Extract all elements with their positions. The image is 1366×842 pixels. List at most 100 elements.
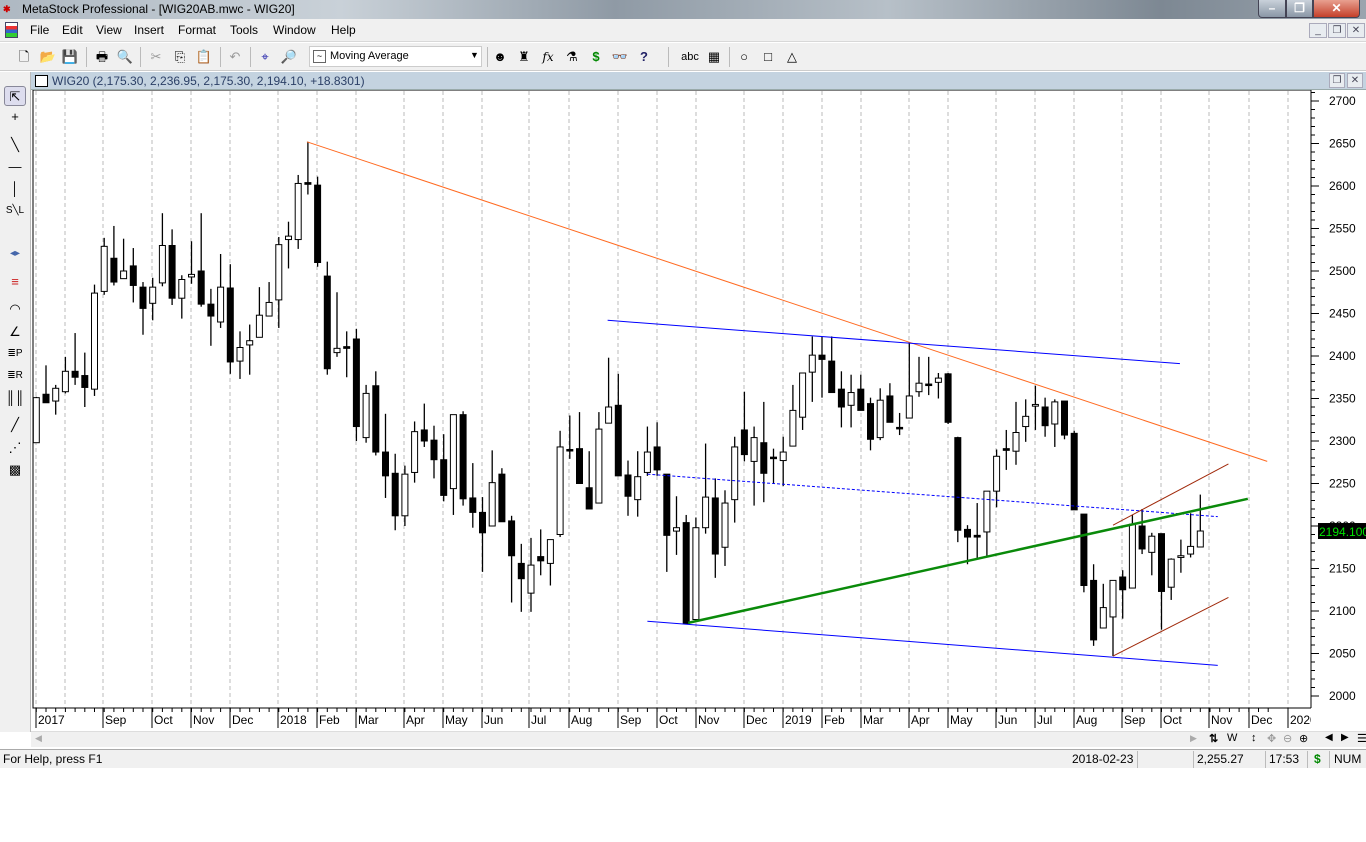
candle	[556, 430, 564, 538]
candle-body-up	[692, 527, 700, 621]
print-icon[interactable]: 🖶	[92, 47, 112, 67]
candle	[1070, 430, 1078, 511]
open-folder-icon[interactable]: 📂	[38, 47, 58, 67]
previous-icon[interactable]: ◀	[1325, 732, 1333, 743]
menu-file[interactable]: File	[30, 23, 49, 37]
parallel-lines-icon[interactable]: ≡	[4, 272, 26, 292]
menu-format[interactable]: Format	[178, 23, 216, 37]
binoculars-icon[interactable]: 👓	[610, 47, 630, 67]
raff-regression-icon[interactable]: ≣R	[4, 366, 26, 386]
save-icon[interactable]: 💾	[60, 47, 80, 67]
x-axis-label: Aug	[1076, 713, 1097, 727]
candle	[498, 468, 506, 523]
mdi-minimize-button[interactable]: _	[1309, 23, 1327, 38]
pointer-icon[interactable]: ⇱	[4, 86, 26, 106]
menu-tools[interactable]: Tools	[230, 23, 258, 37]
candle-body-down	[110, 257, 118, 283]
price-chart[interactable]: 2017 Sep Oct Nov Dec 2018 Feb Mar Apr May Jun Jul Au…	[31, 90, 1366, 731]
cycle-lines-icon[interactable]: ║║	[4, 388, 26, 408]
paste-icon[interactable]: 📋	[194, 47, 214, 67]
chart-scrollbar[interactable]: ◀ ▶ ⇅ W ↕ ✥ ⊖ ⊕ ◀ ▶ ☰	[31, 731, 1366, 747]
x-axis-label: Mar	[863, 713, 884, 727]
candle-body-up	[934, 377, 942, 383]
x-axis-label: Sep	[620, 713, 642, 727]
zoom-in-icon[interactable]: ⊕	[1299, 732, 1308, 745]
candle-body-up	[1177, 555, 1185, 558]
crosshair-icon[interactable]: ⌖	[255, 47, 275, 67]
candle-body-up	[158, 245, 166, 284]
fibonacci-retracement-icon[interactable]: ≣P	[4, 344, 26, 364]
expert-advisor-icon[interactable]: ☻	[490, 47, 510, 67]
menu-insert[interactable]: Insert	[134, 23, 164, 37]
periodicity-button[interactable]: W	[1227, 732, 1237, 744]
candle	[91, 284, 98, 396]
new-file-icon[interactable]: 🗋	[14, 47, 34, 67]
undo-icon[interactable]: ↶	[225, 47, 245, 67]
gann-grid-icon[interactable]: ▩	[4, 460, 26, 480]
vertical-line-icon[interactable]: │	[4, 179, 26, 199]
menu-view[interactable]: View	[96, 23, 122, 37]
gann-fan-icon[interactable]: ⋰	[4, 438, 26, 458]
trendline-icon[interactable]: ╲	[4, 135, 26, 155]
candle-body-up	[178, 279, 186, 299]
y-axis-label: 2700	[1329, 94, 1356, 108]
dollar-icon[interactable]: $	[586, 47, 606, 67]
scroll-arrows-icon[interactable]: ◂▸	[4, 244, 26, 264]
candle-body-down	[925, 383, 933, 387]
system-tester-icon[interactable]: ⚗	[562, 47, 582, 67]
ellipse-icon[interactable]: ○	[734, 47, 754, 67]
y-axis-label: 2100	[1329, 604, 1356, 618]
candle-body-up	[61, 370, 69, 393]
close-button[interactable]: ✕	[1313, 0, 1360, 18]
candle-body-up	[808, 354, 816, 373]
chart-restore-button[interactable]: ❐	[1329, 73, 1345, 88]
chart-close-button[interactable]: ✕	[1347, 73, 1363, 88]
rectangle-icon[interactable]: □	[758, 47, 778, 67]
mdi-restore-button[interactable]: ❐	[1328, 23, 1346, 38]
x-axis-label: Apr	[911, 713, 930, 727]
restore-button[interactable]: ❐	[1286, 0, 1313, 18]
refresh-icon[interactable]: ⇅	[1209, 732, 1218, 745]
indicator-select[interactable]: ~ Moving Average ▼	[309, 46, 482, 67]
mdi-close-button[interactable]: ✕	[1347, 23, 1365, 38]
indicator-builder-icon[interactable]: fx	[538, 47, 558, 67]
candle-body-up	[556, 446, 564, 536]
candle-body-up	[52, 387, 60, 402]
menu-icon[interactable]: ☰	[1357, 732, 1366, 745]
text-tool-icon[interactable]: abc	[680, 47, 700, 67]
menu-help[interactable]: Help	[331, 23, 356, 37]
scroll-right-icon[interactable]: ▶	[1190, 733, 1197, 744]
candle-body-up	[188, 273, 195, 278]
x-axis-label: Jun	[998, 713, 1017, 727]
candle-body-up	[1109, 579, 1117, 618]
menu-window[interactable]: Window	[273, 23, 316, 37]
print-preview-icon[interactable]: 🔍	[115, 47, 135, 67]
scroll-left-icon[interactable]: ◀	[35, 733, 42, 744]
zoom-out-icon[interactable]: ⊖	[1283, 732, 1292, 745]
candle-body-up	[362, 392, 370, 439]
candle-body-down	[867, 403, 874, 440]
copy-icon[interactable]: ⎘	[170, 47, 190, 67]
next-icon[interactable]: ▶	[1341, 732, 1349, 743]
speed-resistance-icon[interactable]: S╲L	[4, 201, 26, 221]
minimize-button[interactable]: –	[1258, 0, 1286, 18]
fan-lines-icon[interactable]: ∠	[4, 322, 26, 342]
explorer-icon[interactable]: ♜	[514, 47, 534, 67]
pan-icon[interactable]: ✥	[1267, 732, 1276, 745]
document-icon[interactable]	[5, 22, 18, 38]
menu-edit[interactable]: Edit	[62, 23, 83, 37]
horizontal-line-icon[interactable]: —	[4, 157, 26, 177]
zoom-icon[interactable]: 🔎	[279, 47, 299, 67]
candle-body-down	[1041, 406, 1049, 427]
grid-icon[interactable]: ▦	[704, 47, 724, 67]
triangle-icon[interactable]: △	[782, 47, 802, 67]
line-icon[interactable]: ╱	[4, 415, 26, 435]
cut-icon[interactable]: ✂	[146, 47, 166, 67]
candle	[944, 373, 952, 424]
cross-icon[interactable]: +	[4, 107, 26, 127]
toolbar-separator	[220, 47, 221, 67]
chart-window-titlebar: WIG20 (2,175.30, 2,236.95, 2,175.30, 2,1…	[31, 72, 1366, 90]
fibonacci-arcs-icon[interactable]: ◠	[4, 299, 26, 319]
help-pointer-icon[interactable]: ?	[634, 47, 654, 67]
vertical-scale-icon[interactable]: ↕	[1251, 732, 1257, 744]
